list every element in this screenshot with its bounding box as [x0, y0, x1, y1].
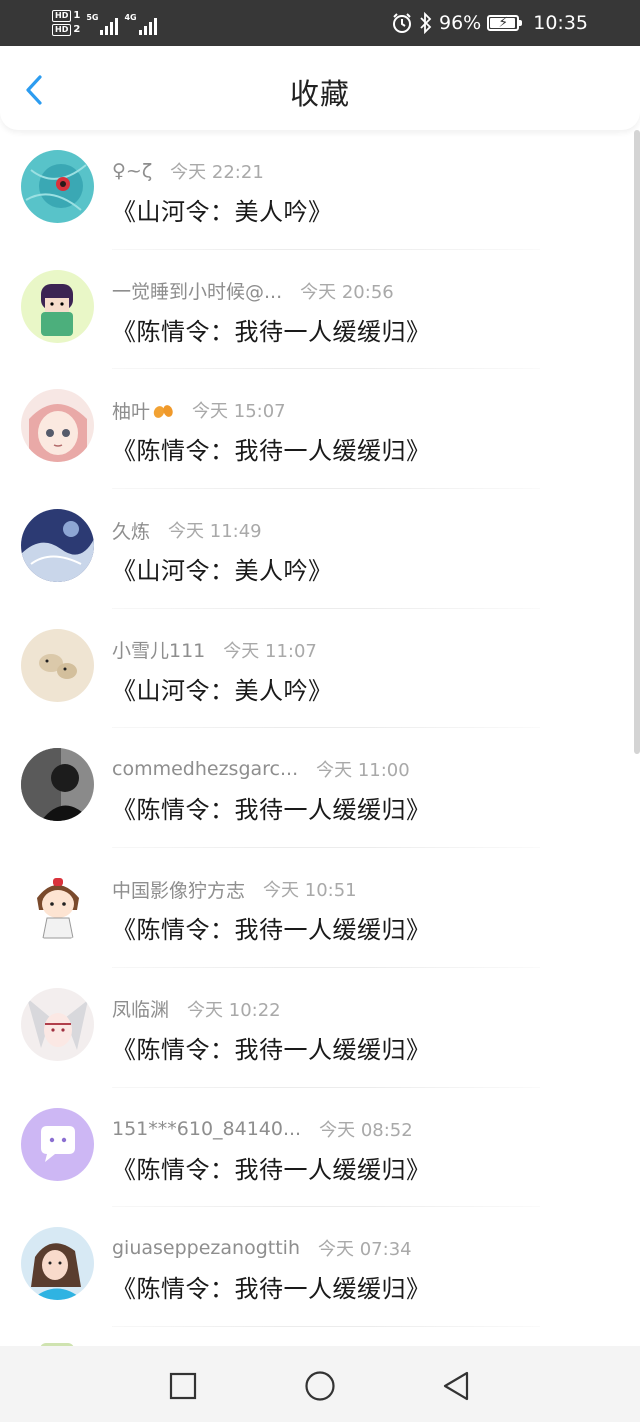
- hd-indicators: HD 1 HD 2: [52, 10, 80, 36]
- circle-icon: [305, 1371, 335, 1401]
- timestamp: 今天 07:34: [318, 1239, 412, 1261]
- list-item[interactable]: ♀~ζ 今天 22:21 《山河令：美人吟》: [0, 130, 640, 250]
- divider: [112, 1325, 540, 1327]
- leaf-icon: [153, 405, 173, 419]
- avatar[interactable]: [21, 150, 94, 223]
- avatar[interactable]: [21, 987, 94, 1061]
- item-meta: 小雪儿111 今天 11:07: [112, 637, 317, 663]
- timestamp: 今天 22:21: [170, 162, 264, 183]
- item-meta: 中国影像狞方志 今天 10:51: [112, 876, 357, 902]
- avatar[interactable]: [21, 748, 94, 822]
- username: commedhezsgarc...: [112, 758, 299, 781]
- avatar[interactable]: [21, 1227, 94, 1301]
- list-item[interactable]: 151***610_84140... 今天 08:52 《陈情令：我待一人缓缓归…: [0, 1088, 640, 1208]
- avatar[interactable]: [21, 269, 94, 343]
- screen: { "status_bar": { "hd1": "HD", "hd1_num"…: [0, 0, 640, 1422]
- battery-icon: ⚡: [487, 15, 523, 31]
- square-icon: [169, 1372, 197, 1400]
- clock: 10:35: [533, 12, 588, 34]
- item-title: 《陈情令：我待一人缓缓归》: [112, 1155, 431, 1184]
- item-title: 《山河令：美人吟》: [112, 676, 333, 705]
- list-item[interactable]: 中国影像狞方志 今天 10:51 《陈情令：我待一人缓缓归》: [0, 848, 640, 968]
- list-item[interactable]: 凤临渊 今天 10:22 《陈情令：我待一人缓缓归》: [0, 968, 640, 1088]
- page-title: 收藏: [289, 77, 350, 111]
- item-meta: 151***610_84140... 今天 08:52: [112, 1116, 413, 1142]
- list-item[interactable]: 柚叶 今天 15:07 《陈情令：我待一人缓缓归》: [0, 369, 640, 490]
- username: 凤临渊: [112, 999, 170, 1022]
- item-title: 《陈情令：我待一人缓缓归》: [112, 796, 431, 825]
- list-item[interactable]: giuaseppezanogttih 今天 07:34 《陈情令：我待一人缓缓归…: [0, 1207, 640, 1327]
- alarm-clock-icon: [393, 13, 411, 33]
- avatar[interactable]: [21, 628, 94, 702]
- signal-4g-icon: 4G: [124, 11, 157, 35]
- timestamp: 今天 11:00: [316, 760, 410, 782]
- scrollbar[interactable]: [634, 130, 640, 754]
- status-bar-right: 96% ⚡ 10:35: [391, 0, 588, 46]
- list-item[interactable]: 久炼 今天 11:49 《山河令：美人吟》: [0, 489, 640, 609]
- nav-back-button[interactable]: [438, 1368, 474, 1404]
- item-title: 《山河令：美人吟》: [112, 557, 333, 586]
- item-meta: ♀~ζ 今天 22:21: [112, 158, 264, 184]
- list-item[interactable]: 一觉睡到小时候@... 今天 20:56 《陈情令：我待一人缓缓归》: [0, 250, 640, 370]
- item-meta: 凤临渊 今天 10:22: [112, 996, 281, 1022]
- avatar[interactable]: [21, 389, 94, 463]
- timestamp: 今天 11:07: [223, 640, 317, 662]
- username: 151***610_84140...: [112, 1117, 302, 1140]
- network-type: 4G: [124, 13, 137, 22]
- sim-number: 1: [73, 10, 81, 21]
- username: 中国影像狞方志: [112, 879, 246, 902]
- item-title: 《陈情令：我待一人缓缓归》: [112, 317, 431, 346]
- item-title: 《陈情令：我待一人缓缓归》: [112, 437, 431, 466]
- username: ♀~ζ: [112, 160, 153, 182]
- item-meta: commedhezsgarc... 今天 11:00: [112, 756, 410, 782]
- timestamp: 今天 15:07: [192, 401, 286, 423]
- hd-badge: HD: [52, 10, 72, 22]
- username: 久炼: [112, 520, 151, 543]
- triangle-back-icon: [443, 1371, 469, 1401]
- sim-number: 2: [73, 24, 81, 35]
- username: 柚叶: [112, 400, 151, 423]
- header: 收藏: [0, 46, 640, 130]
- item-title: 《山河令：美人吟》: [112, 198, 333, 226]
- timestamp: 今天 11:49: [168, 521, 262, 543]
- timestamp: 今天 10:22: [187, 999, 281, 1021]
- battery-percent: 96%: [439, 12, 482, 34]
- item-meta: 一觉睡到小时候@... 今天 20:56: [112, 278, 394, 304]
- list-item[interactable]: commedhezsgarc... 今天 11:00 《陈情令：我待一人缓缓归》: [0, 728, 640, 849]
- recent-apps-button[interactable]: [165, 1368, 201, 1404]
- avatar[interactable]: [21, 1107, 94, 1181]
- item-meta: 柚叶 今天 15:07: [112, 397, 286, 423]
- timestamp: 今天 10:51: [263, 880, 357, 902]
- username: giuaseppezanogttih: [112, 1237, 300, 1260]
- favorites-list: ♀~ζ 今天 22:21 《山河令：美人吟》 一觉睡到小时候@... 今天 20…: [0, 130, 640, 1327]
- avatar[interactable]: [21, 868, 94, 942]
- username: 一觉睡到小时候@...: [112, 281, 283, 304]
- network-type: 5G: [86, 13, 99, 22]
- hd-badge: HD: [52, 24, 72, 36]
- username: 小雪儿111: [112, 640, 206, 663]
- item-meta: giuaseppezanogttih 今天 07:34: [112, 1235, 412, 1261]
- system-navigation-bar: [0, 1346, 640, 1422]
- bluetooth-icon: [420, 12, 432, 34]
- item-title: 《陈情令：我待一人缓缓归》: [112, 916, 431, 945]
- item-title: 《陈情令：我待一人缓缓归》: [112, 1035, 431, 1064]
- timestamp: 今天 20:56: [300, 281, 394, 303]
- status-bar-left: HD 1 HD 2 5G 4G: [52, 6, 157, 40]
- status-bar: HD 1 HD 2 5G 4G 96% ⚡ 10:35: [0, 0, 640, 46]
- avatar[interactable]: [21, 509, 94, 583]
- home-button[interactable]: [302, 1368, 338, 1404]
- signal-5g-icon: 5G: [86, 11, 119, 35]
- item-title: 《陈情令：我待一人缓缓归》: [112, 1275, 431, 1304]
- item-meta: 久炼 今天 11:49: [112, 517, 262, 543]
- timestamp: 今天 08:52: [319, 1119, 413, 1141]
- list-item[interactable]: 小雪儿111 今天 11:07 《山河令：美人吟》: [0, 609, 640, 729]
